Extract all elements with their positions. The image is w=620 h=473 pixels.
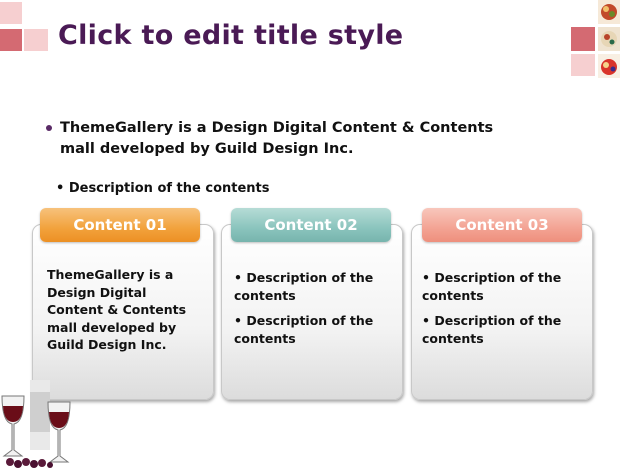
list-item: • Description of the contents — [234, 313, 374, 346]
food-photo-icon — [598, 0, 620, 24]
content-card-01-body: ThemeGallery is a Design Digital Content… — [47, 267, 187, 352]
food-photo-icon — [598, 27, 620, 51]
corner-square-light-top — [0, 2, 22, 24]
food-photo-icon — [598, 54, 620, 78]
corner-square-light-right — [571, 54, 595, 76]
main-bullet-text: ThemeGallery is a Design Digital Content… — [60, 120, 494, 157]
content-card-03-body: • Description of the contents • Descript… — [422, 269, 572, 355]
content-card-02-body: • Description of the contents • Descript… — [234, 269, 384, 355]
main-bullet[interactable]: ThemeGallery is a Design Digital Content… — [46, 118, 516, 160]
sub-bullet[interactable]: • Description of the contents — [56, 181, 270, 196]
wine-glasses-photo-icon — [0, 372, 80, 468]
list-item: • Description of the contents — [422, 313, 562, 346]
corner-square-dark-left — [0, 29, 22, 51]
bullet-dot — [46, 125, 52, 131]
list-item: • Description of the contents — [234, 270, 374, 303]
corner-square-light-left — [24, 29, 48, 51]
content-card-03-header[interactable]: Content 03 — [422, 208, 582, 242]
list-item: • Description of the contents — [422, 270, 562, 303]
corner-square-dark-right — [571, 27, 595, 51]
slide-title[interactable]: Click to edit title style — [58, 20, 403, 51]
content-card-01-header[interactable]: Content 01 — [40, 208, 200, 242]
content-card-02-header[interactable]: Content 02 — [231, 208, 391, 242]
